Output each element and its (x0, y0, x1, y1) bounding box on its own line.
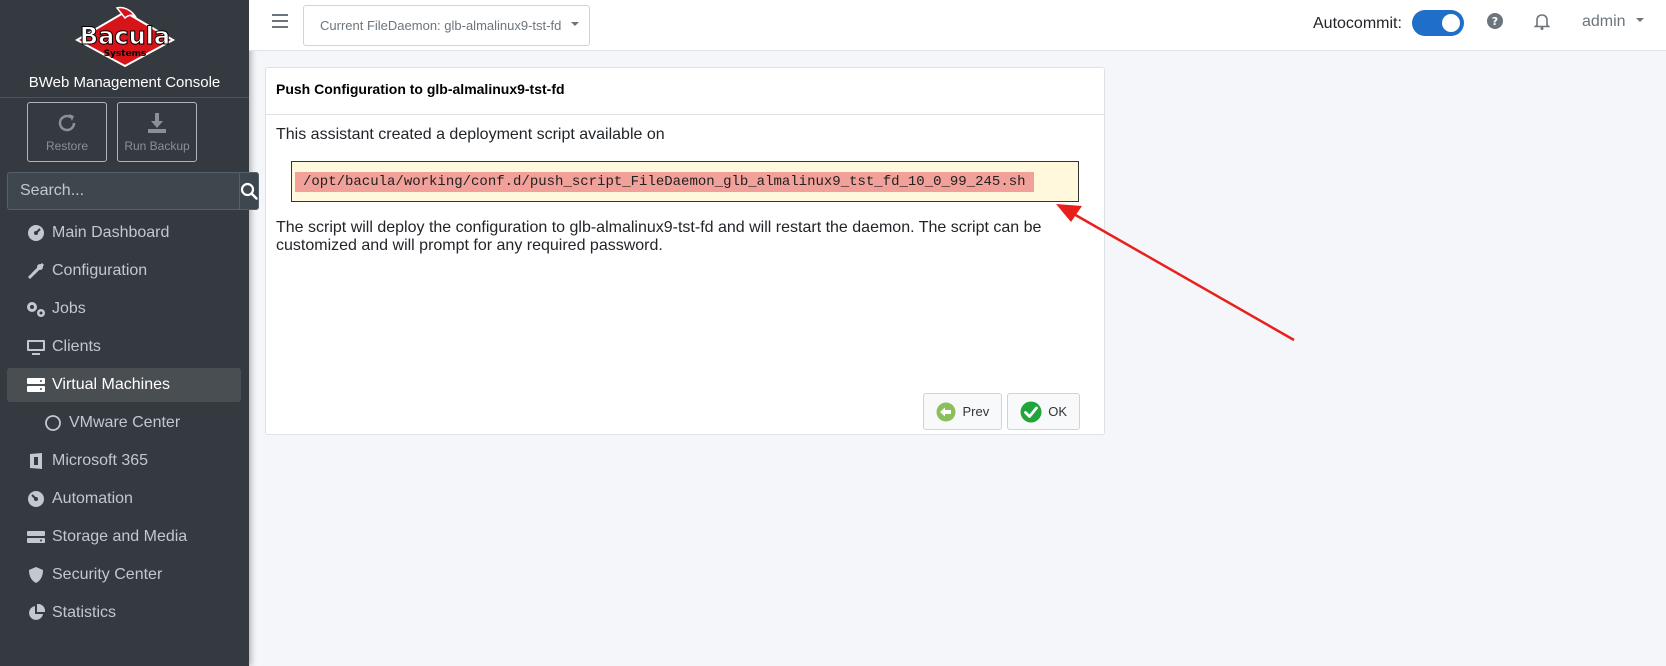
restore-button[interactable]: Restore (27, 102, 107, 162)
bacula-logo[interactable]: Bacula Systems (65, 4, 185, 70)
console-title: BWeb Management Console (28, 74, 221, 91)
bell-icon[interactable] (1533, 12, 1551, 30)
sidebar-item-main-dashboard[interactable]: Main Dashboard (7, 216, 241, 250)
circle-icon (43, 413, 63, 433)
script-path[interactable]: /opt/bacula/working/conf.d/push_script_F… (295, 171, 1034, 192)
help-icon[interactable]: ? (1486, 12, 1504, 30)
logo-subtext: Systems (103, 49, 146, 59)
sidebar-item-label: Statistics (52, 604, 117, 621)
script-path-box: /opt/bacula/working/conf.d/push_script_F… (291, 161, 1079, 202)
filedaemon-select[interactable]: Current FileDaemon: glb-almalinux9-tst-f… (303, 5, 590, 46)
tools-icon (26, 261, 46, 281)
logo-text: Bacula (79, 22, 169, 50)
gears-icon (26, 299, 46, 319)
sidebar-item-label: Virtual Machines (52, 376, 170, 393)
sidebar-nav: Main Dashboard Configuration Jobs Client… (0, 216, 249, 630)
search-button[interactable] (239, 172, 259, 210)
sidebar-item-jobs[interactable]: Jobs (7, 292, 241, 326)
ok-button[interactable]: OK (1007, 393, 1080, 430)
pie-chart-icon (26, 603, 46, 623)
search-icon (240, 182, 258, 200)
server-icon (26, 375, 46, 395)
autocommit-label: Autocommit: (1313, 15, 1402, 32)
chevron-down-icon (1635, 18, 1644, 22)
sidebar-item-clients[interactable]: Clients (7, 330, 241, 364)
card-title: Push Configuration to glb-almalinux9-tst… (266, 68, 1104, 115)
prev-label: Prev (962, 404, 990, 419)
search-input[interactable] (7, 172, 239, 210)
sidebar-item-label: Microsoft 365 (52, 452, 149, 469)
sidebar-item-statistics[interactable]: Statistics (7, 596, 241, 630)
sidebar-item-vmware-center[interactable]: VMware Center (7, 406, 241, 440)
office-icon (26, 451, 46, 471)
automation-icon (26, 489, 46, 509)
svg-text:?: ? (1492, 15, 1498, 28)
shield-icon (26, 565, 46, 585)
sidebar-item-virtual-machines[interactable]: Virtual Machines (7, 368, 241, 402)
action-row: Restore Run Backup (0, 98, 249, 166)
arrow-left-icon (936, 402, 956, 421)
sidebar-item-automation[interactable]: Automation (7, 482, 241, 516)
menu-toggle-icon[interactable] (272, 14, 288, 28)
run-backup-label: Run Backup (124, 139, 190, 153)
card-body: This assistant created a deployment scri… (266, 115, 1104, 266)
push-config-card: Push Configuration to glb-almalinux9-tst… (265, 67, 1105, 435)
check-icon (1020, 401, 1042, 422)
prev-button[interactable]: Prev (923, 393, 1003, 430)
toggle-knob (1442, 14, 1460, 32)
sidebar-item-storage-and-media[interactable]: Storage and Media (7, 520, 241, 554)
sidebar: Bacula Systems BWeb Management Console R… (0, 0, 259, 666)
autocommit-toggle[interactable] (1412, 10, 1464, 36)
sidebar-item-label: Automation (52, 490, 133, 507)
restore-label: Restore (45, 139, 89, 153)
card-footer: Prev OK (923, 393, 1080, 430)
sidebar-item-label: VMware Center (69, 414, 181, 431)
sidebar-item-configuration[interactable]: Configuration (7, 254, 241, 288)
sidebar-item-label: Clients (52, 338, 101, 355)
sidebar-item-label: Configuration (52, 262, 148, 279)
ok-label: OK (1048, 404, 1067, 419)
top-navbar: Current FileDaemon: glb-almalinux9-tst-f… (249, 0, 1666, 51)
refresh-icon (58, 114, 76, 132)
brand: Bacula Systems BWeb Management Console (0, 0, 249, 98)
user-name: admin (1582, 13, 1626, 30)
sidebar-item-label: Security Center (52, 566, 163, 583)
download-icon (148, 113, 166, 133)
description-text: The script will deploy the configuration… (276, 219, 1042, 254)
sidebar-item-label: Jobs (52, 300, 86, 317)
run-backup-button[interactable]: Run Backup (117, 102, 197, 162)
sidebar-item-label: Storage and Media (52, 528, 188, 545)
dashboard-icon (26, 223, 46, 243)
sidebar-item-security-center[interactable]: Security Center (7, 558, 241, 592)
filedaemon-select-label: Current FileDaemon: glb-almalinux9-tst-f… (320, 18, 562, 33)
sidebar-item-microsoft-365[interactable]: Microsoft 365 (7, 444, 241, 478)
sidebar-item-label: Main Dashboard (52, 224, 170, 241)
storage-icon (26, 527, 46, 547)
intro-text: This assistant created a deployment scri… (276, 126, 665, 143)
user-menu[interactable]: admin (1582, 13, 1644, 31)
desktop-icon (26, 337, 46, 357)
sidebar-search (7, 172, 259, 210)
chevron-down-icon (571, 21, 580, 26)
